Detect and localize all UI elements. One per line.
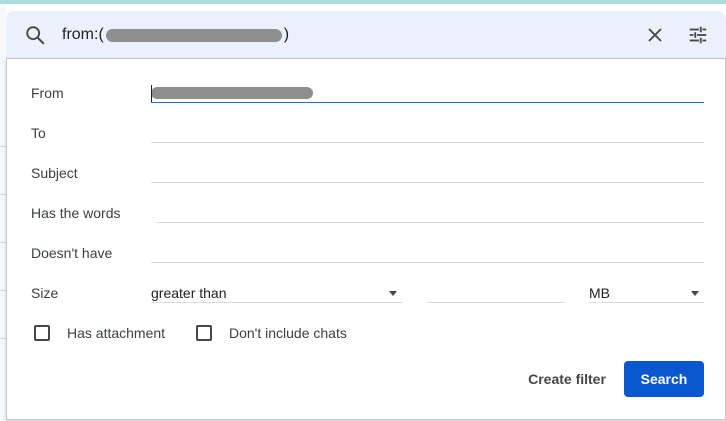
doesnt-have-label: Doesn't have [31, 245, 113, 261]
from-field-redacted-value [151, 87, 313, 99]
from-label: From [31, 85, 64, 101]
has-attachment-label[interactable]: Has attachment [67, 324, 165, 342]
no-chats-checkbox[interactable] [196, 325, 212, 341]
size-unit-value: MB [589, 285, 610, 301]
advanced-search-panel: From To Subject Has the words Doesn't ha… [6, 58, 726, 420]
tune-icon[interactable] [687, 24, 709, 46]
size-comparison-underline [151, 302, 403, 303]
dropdown-arrow-icon [691, 291, 699, 296]
subject-label: Subject [31, 165, 78, 181]
to-field[interactable] [151, 142, 704, 143]
close-icon[interactable] [644, 24, 666, 46]
redacted-email [105, 28, 282, 42]
subject-field[interactable] [151, 182, 704, 183]
doesnt-have-field[interactable] [151, 262, 704, 263]
top-accent-strip [0, 0, 726, 4]
create-filter-button[interactable]: Create filter [511, 361, 623, 397]
search-button[interactable]: Search [624, 361, 704, 397]
size-comparison-value: greater than [151, 285, 227, 301]
size-label: Size [31, 285, 59, 301]
has-words-field[interactable] [156, 222, 704, 223]
query-suffix: ) [283, 26, 290, 43]
from-field[interactable] [151, 102, 704, 103]
query-prefix: from:( [62, 26, 104, 43]
search-bar[interactable]: from:( ) [6, 11, 726, 59]
text-cursor [151, 85, 152, 102]
no-chats-label[interactable]: Don't include chats [229, 324, 347, 342]
dropdown-arrow-icon [389, 291, 397, 296]
search-query[interactable]: from:( ) [62, 25, 289, 45]
size-value-field[interactable] [427, 302, 565, 303]
size-unit-underline [589, 302, 704, 303]
to-label: To [31, 125, 46, 141]
search-icon[interactable] [24, 24, 46, 46]
has-attachment-checkbox[interactable] [34, 325, 50, 341]
has-words-label: Has the words [31, 205, 121, 221]
